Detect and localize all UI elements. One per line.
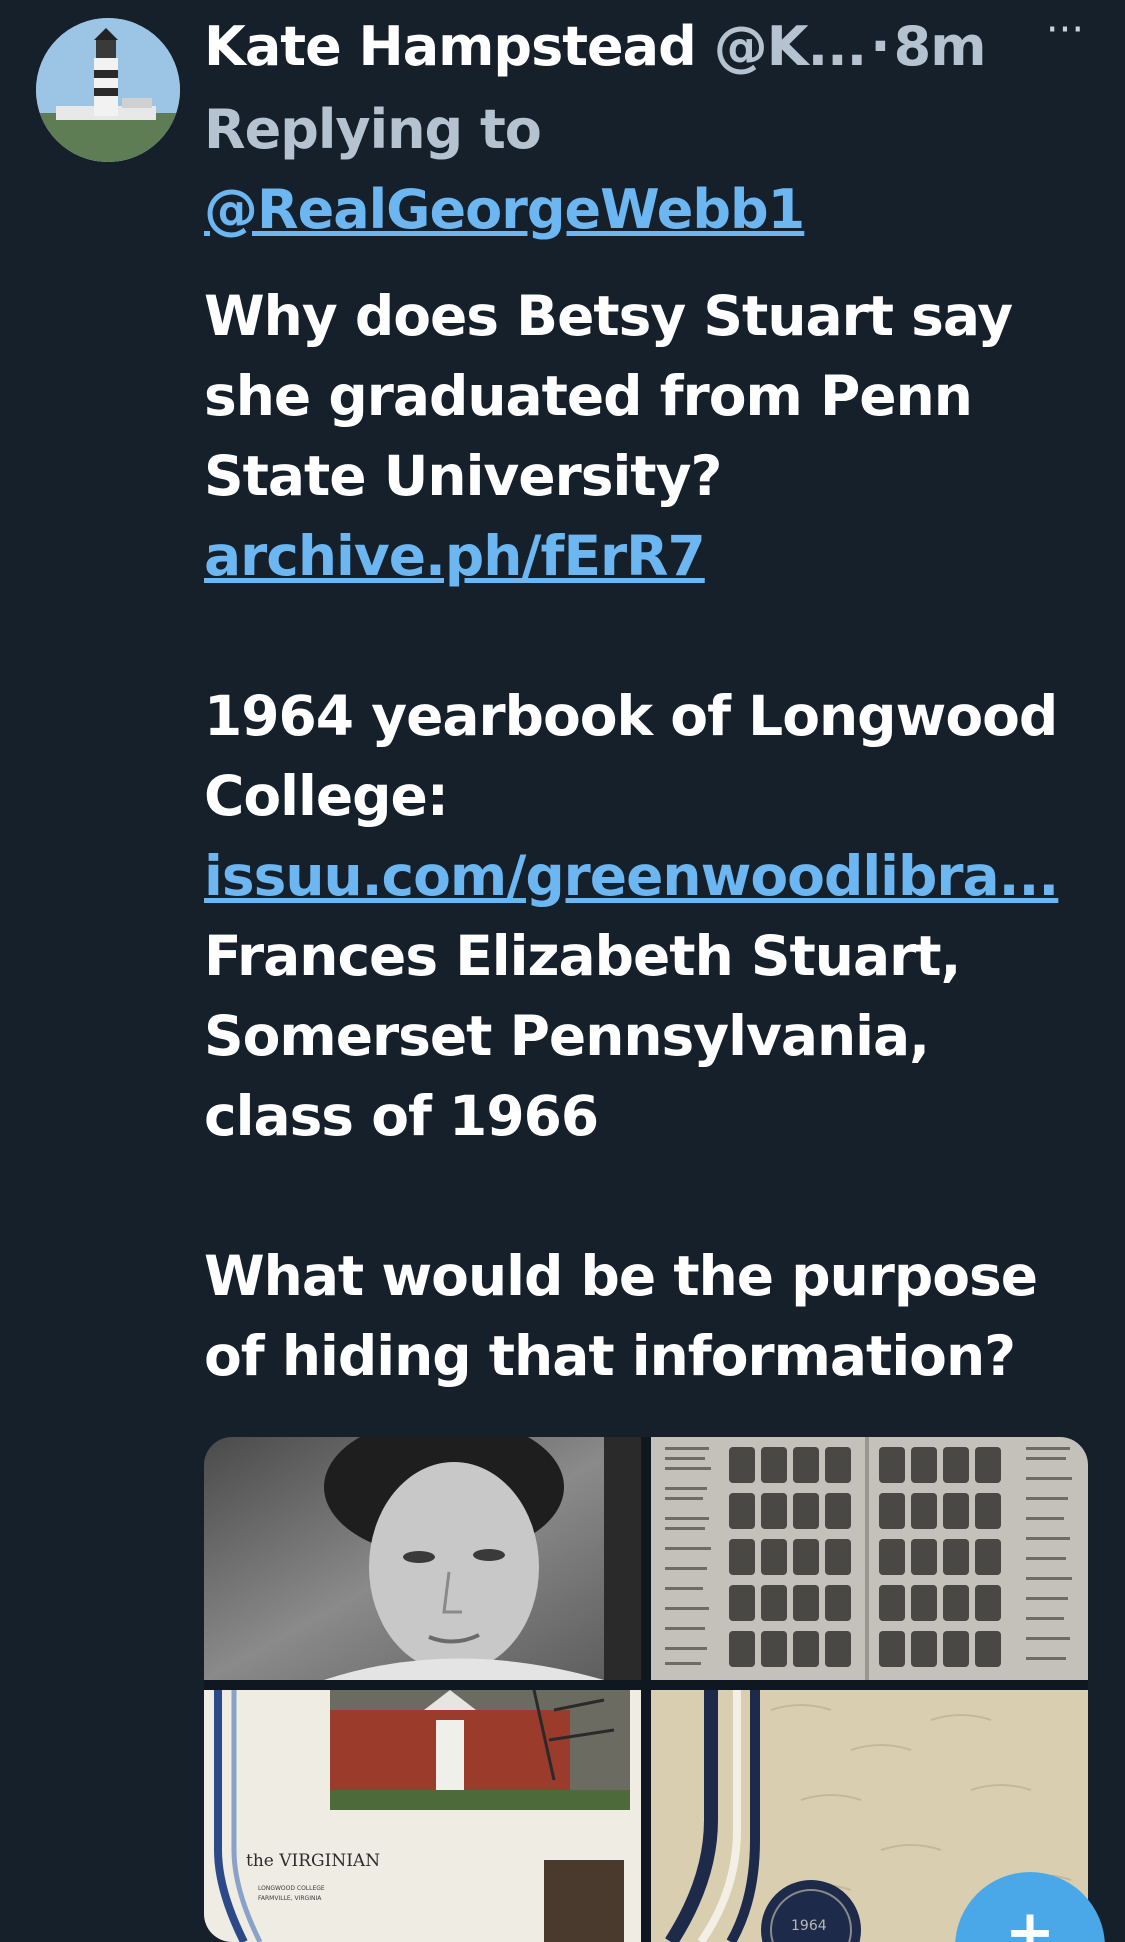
tweet-text-line: 1964 yearbook of Longwood [204,684,1058,748]
tweet-text-line: State University? [204,444,722,508]
media-grid: the VIRGINIAN LONGWOOD COLLEGE FARMVILLE… [204,1437,1088,1942]
lighthouse-avatar-image [36,18,180,162]
archive-link[interactable]: archive.ph/fErR7 [204,524,706,588]
media-portrait-photo[interactable] [204,1437,641,1680]
separator-dot: · [870,14,890,78]
tweet-text-line: What would be the purpose [204,1244,1038,1308]
reply-mention-link[interactable]: @RealGeorgeWebb1 [204,178,805,241]
portrait-image [204,1437,641,1680]
avatar[interactable] [36,18,180,162]
tweet-text-line: she graduated from Penn [204,364,973,428]
yearbook-page-image [651,1437,1088,1680]
tweet-text: Why does Betsy Stuart say she graduated … [204,276,1104,1396]
tweet-text-line: Somerset Pennsylvania, [204,1004,930,1068]
replying-to-label: Replying to [204,98,542,161]
tweet-text-line: College: [204,764,449,828]
tweet-header: Kate Hampstead @K... · 8m [204,14,1104,78]
tweet: Kate Hampstead @K... · 8m ··· Replying t… [0,0,1125,1942]
tweet-text-line: class of 1966 [204,1084,599,1148]
college-name-text: LONGWOOD COLLEGE [258,1885,325,1892]
yearbook-title-image: the VIRGINIAN LONGWOOD COLLEGE FARMVILLE… [204,1690,641,1942]
issuu-link[interactable]: issuu.com/greenwoodlibra... [204,844,1059,908]
more-options-icon[interactable]: ··· [1030,2,1100,58]
tweet-text-line: of hiding that information? [204,1324,1016,1388]
yearbook-title-text: the VIRGINIAN [246,1851,380,1871]
author-handle[interactable]: @K... [714,15,867,78]
tweet-text-line: Why does Betsy Stuart say [204,284,1013,348]
media-yearbook-page[interactable] [651,1437,1088,1680]
college-location-text: FARMVILLE, VIRGINIA [258,1895,322,1902]
seal-year-text: 1964 [791,1918,827,1934]
tweet-text-line: Frances Elizabeth Stuart, [204,924,961,988]
timestamp[interactable]: 8m [894,15,987,78]
media-yearbook-title-page[interactable]: the VIRGINIAN LONGWOOD COLLEGE FARMVILLE… [204,1690,641,1942]
author-name[interactable]: Kate Hampstead [204,15,697,78]
